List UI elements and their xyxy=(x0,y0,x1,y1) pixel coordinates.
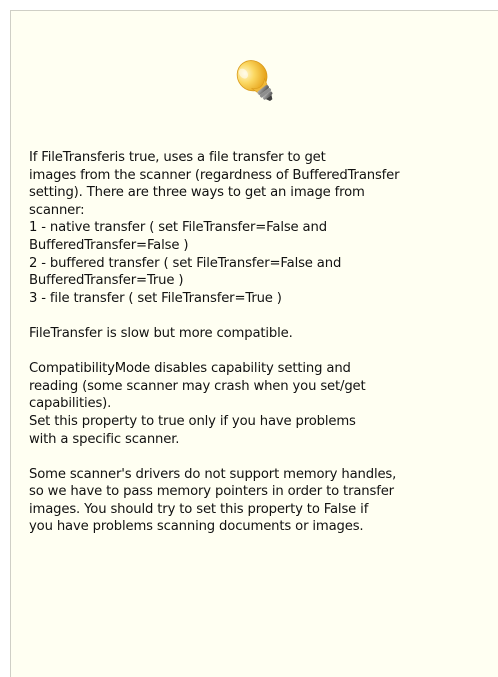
paragraph-compatibility-mode: CompatibilityMode disables capability se… xyxy=(29,360,495,448)
text-line: 2 - buffered transfer ( set FileTransfer… xyxy=(29,255,342,271)
text-line: 1 - native transfer ( set FileTransfer=F… xyxy=(29,220,327,236)
text-line: BufferedTransfer=True ) xyxy=(29,273,184,289)
lightbulb-icon xyxy=(236,60,273,102)
text-line: capabilities). xyxy=(29,396,112,412)
paragraph-file-transfer-note: FileTransfer is slow but more compatible… xyxy=(29,325,495,343)
text-line: images from the scanner (regardness of B… xyxy=(29,167,400,183)
text-line: so we have to pass memory pointers in or… xyxy=(29,484,394,500)
paragraph-memory-handles: Some scanner's drivers do not support me… xyxy=(29,466,495,536)
text-line: you have problems scanning documents or … xyxy=(29,519,364,535)
paragraph-transfer-modes: If FileTransferis true, uses a file tran… xyxy=(29,149,495,307)
text-line: Set this property to true only if you ha… xyxy=(29,413,356,429)
text-line: reading (some scanner may crash when you… xyxy=(29,378,366,394)
text-line: setting). There are three ways to get an… xyxy=(29,185,365,201)
help-description: If FileTransferis true, uses a file tran… xyxy=(29,149,495,554)
text-line: Some scanner's drivers do not support me… xyxy=(29,466,397,482)
text-line: BufferedTransfer=False ) xyxy=(29,237,189,253)
text-line: scanner: xyxy=(29,202,85,218)
text-line: CompatibilityMode disables capability se… xyxy=(29,361,351,377)
text-line: images. You should try to set this prope… xyxy=(29,501,369,517)
text-line: FileTransfer is slow but more compatible… xyxy=(29,325,293,341)
text-line: with a specific scanner. xyxy=(29,431,180,447)
text-line: If FileTransferis true, uses a file tran… xyxy=(29,150,326,165)
help-panel: If FileTransferis true, uses a file tran… xyxy=(10,10,498,677)
text-line: 3 - file transfer ( set FileTransfer=Tru… xyxy=(29,290,282,306)
